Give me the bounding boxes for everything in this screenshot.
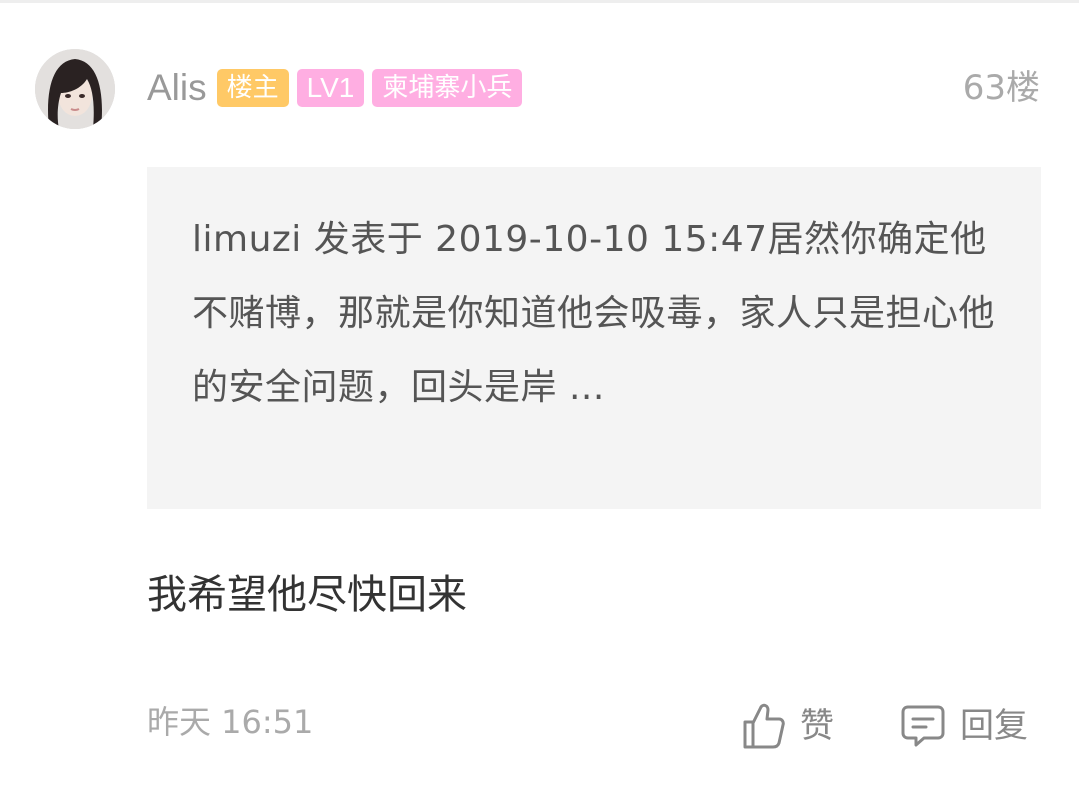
- reply-content: 我希望他尽快回来: [147, 572, 467, 618]
- top-divider: [0, 0, 1079, 3]
- title-badge: 柬埔寨小兵: [372, 69, 523, 107]
- thumbs-up-icon: [742, 702, 786, 750]
- owner-badge: 楼主: [216, 69, 289, 107]
- quote-box[interactable]: limuzi 发表于 2019-10-10 15:47居然你确定他不赌博，那就是…: [147, 167, 1041, 509]
- floor-number: 63楼: [962, 68, 1040, 108]
- like-button[interactable]: 赞: [742, 698, 834, 754]
- reply-label: 回复: [960, 706, 1028, 746]
- reply-button[interactable]: 回复: [900, 698, 1028, 754]
- post-header: Alis 楼主 LV1 柬埔寨小兵: [147, 66, 530, 110]
- comment-icon: [900, 703, 946, 749]
- timestamp: 昨天 16:51: [147, 703, 314, 741]
- username[interactable]: Alis: [147, 66, 207, 110]
- like-label: 赞: [800, 706, 834, 746]
- level-badge: LV1: [296, 69, 365, 107]
- avatar[interactable]: [35, 49, 115, 129]
- quote-text: limuzi 发表于 2019-10-10 15:47居然你确定他不赌博，那就是…: [192, 219, 996, 408]
